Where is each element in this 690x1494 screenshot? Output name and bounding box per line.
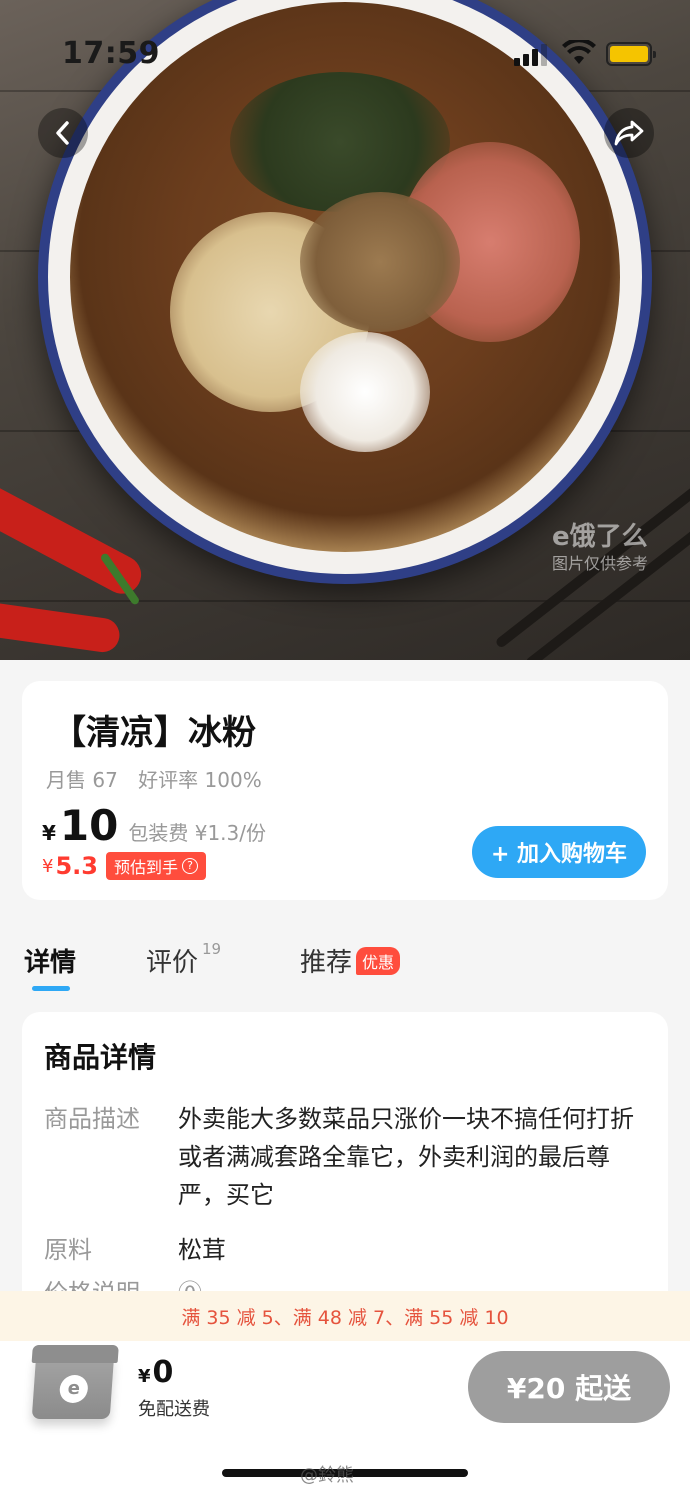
share-button[interactable] — [604, 108, 654, 158]
estimated-currency: ¥ — [42, 855, 54, 877]
watermark-brand: e饿了么 — [552, 522, 648, 552]
cart-total-value: 0 — [152, 1355, 174, 1390]
currency-symbol: ¥ — [42, 821, 56, 845]
tab-recommend-label: 推荐 — [300, 948, 353, 978]
discount-promo-bar: 满 35 减 5、满 48 减 7、满 55 减 10 — [0, 1291, 690, 1341]
status-time: 17:59 — [62, 36, 160, 71]
delivery-fee: 免配送费 — [138, 1399, 210, 1420]
chili-decoration — [0, 599, 122, 655]
add-to-cart-button[interactable]: + 加入购物车 — [472, 826, 646, 878]
watermark-note: 图片仅供参考 — [552, 554, 649, 573]
cart-currency: ¥ — [138, 1366, 151, 1387]
image-watermark: e饿了么 图片仅供参考 — [552, 522, 648, 574]
detail-tabs: 详情 评价 19 推荐 优惠 — [0, 930, 690, 1000]
detail-value: 松茸 — [178, 1236, 226, 1264]
tab-recommend[interactable]: 推荐 优惠 — [300, 942, 401, 979]
detail-label: 商品描述 — [44, 1105, 140, 1133]
estimated-badge[interactable]: 预估到手 ? — [105, 852, 206, 880]
detail-value: 外卖能大多数菜品只涨价一块不搞任何打折或者满减套路全靠它，外卖利润的最后尊严，买… — [178, 1105, 634, 1209]
rating: 好评率 100% — [138, 768, 262, 792]
product-title: 【清凉】冰粉 — [52, 713, 256, 753]
detail-row-ingredients: 原料 松茸 — [44, 1231, 638, 1269]
tab-reviews-label: 评价 — [146, 948, 199, 978]
question-icon: ? — [181, 858, 198, 874]
wifi-icon — [562, 40, 596, 64]
product-price: 10 — [59, 801, 119, 850]
battery-icon — [606, 42, 656, 66]
active-tab-indicator — [32, 986, 70, 991]
product-info-card: 【清凉】冰粉 月售 67 好评率 100% ¥ 10 包装费 ¥1.3/份 ¥ … — [22, 681, 668, 900]
estimated-label: 预估到手 — [113, 858, 178, 877]
reviews-count: 19 — [202, 940, 222, 958]
monthly-sales: 月售 67 — [46, 768, 118, 792]
cart-box-icon[interactable]: e — [31, 1345, 119, 1419]
tab-details[interactable]: 详情 — [24, 942, 77, 991]
detail-row-description: 商品描述 外卖能大多数菜品只涨价一块不搞任何打折或者满减套路全靠它，外卖利润的最… — [44, 1100, 638, 1214]
weibo-watermark: @鈴熊 — [300, 1465, 354, 1486]
share-icon — [614, 120, 644, 146]
back-button[interactable] — [38, 108, 88, 158]
packaging-fee: 包装费 ¥1.3/份 — [128, 821, 267, 845]
estimated-price-row: ¥ 5.3 预估到手 ? — [42, 852, 206, 880]
tab-reviews[interactable]: 评价 19 — [146, 940, 222, 979]
sales-stats: 月售 67 好评率 100% — [46, 764, 262, 793]
discount-badge: 优惠 — [356, 946, 401, 975]
status-bar: 17:59 — [0, 0, 690, 100]
min-order-button[interactable]: ¥20 起送 — [468, 1351, 670, 1423]
cellular-signal-icon — [514, 44, 548, 66]
details-heading: 商品详情 — [44, 1041, 157, 1074]
estimated-price: 5.3 — [55, 852, 98, 880]
detail-label: 原料 — [44, 1236, 92, 1264]
tab-details-label: 详情 — [24, 948, 77, 978]
bottom-cart-bar: e ¥ 0 免配送费 ¥20 起送 @鈴熊 — [0, 1341, 690, 1494]
cart-total: ¥ 0 — [138, 1355, 173, 1390]
chevron-left-icon — [56, 121, 69, 145]
price-row: ¥ 10 包装费 ¥1.3/份 — [42, 801, 266, 850]
